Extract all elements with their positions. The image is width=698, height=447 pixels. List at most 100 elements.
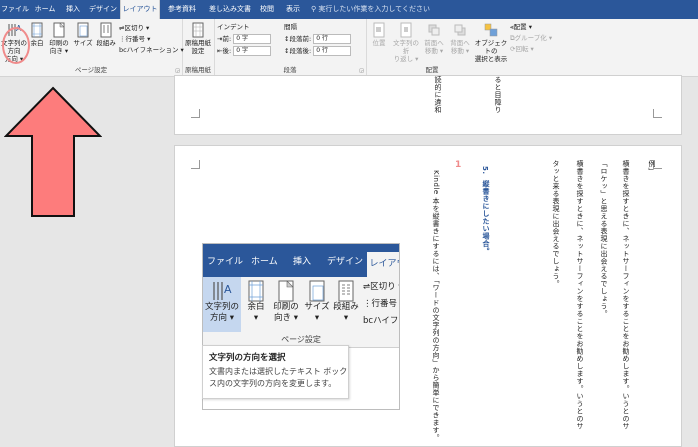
breaks-button[interactable]: ⇌区切り ▾ [119, 24, 149, 33]
up-arrow-icon [4, 86, 102, 217]
align-button[interactable]: ⫷配置 ▾ [510, 23, 532, 32]
page2-col-1: 例」 [648, 160, 656, 175]
group-button[interactable]: ⧉グループ化 ▾ [510, 34, 552, 43]
position-icon [373, 22, 385, 38]
space-before-input[interactable]: 0 行 [313, 34, 352, 44]
ribbon: A 文字列の方向 方向 ▾ 余白 印刷の 向き ▾ サイズ 段組み ⇌区切り ▾… [0, 19, 698, 77]
manuscript-label: 原稿用紙 [185, 66, 211, 74]
indent-after-input[interactable]: 0 字 [233, 46, 272, 56]
tooltip-title: 文字列の方向を選択 [209, 353, 286, 363]
tooltip-desc-2: ス内の文字列の方向を変更します。 [209, 379, 337, 388]
embedded-line-numbers-icon: ⋮ [363, 299, 372, 309]
hyphenation-icon: bc [119, 46, 127, 54]
heading-number: 5. [481, 166, 489, 175]
embedded-tab-insert: 挿入 [293, 257, 312, 267]
embedded-tab-bar: ファイル ホーム 挿入 デザイン レイアウト [203, 244, 399, 277]
orientation-button[interactable]: 印刷の 向き ▾ [47, 22, 71, 55]
embedded-columns-icon [338, 280, 354, 302]
embedded-tab-home: ホーム [251, 257, 278, 267]
section-heading: 縦書きにしたい場合。 [482, 180, 490, 255]
columns-button[interactable]: 段組み [95, 22, 117, 47]
tab-layout[interactable]: レイアウト [120, 0, 160, 19]
embedded-hyphenation: bcハイフネーション [363, 316, 399, 326]
selection-pane-icon [484, 23, 498, 37]
embedded-hyphenation-icon: bc [363, 316, 374, 326]
embedded-breaks: ⇌区切り ▾ [363, 282, 400, 292]
crop-mark [191, 160, 200, 169]
bring-forward-icon [428, 24, 440, 36]
crop-mark [191, 109, 200, 118]
tooltip-desc-1: 文書内または選択したテキスト ボック [209, 367, 348, 376]
size-button[interactable]: サイズ [72, 22, 94, 47]
position-button[interactable]: 位置 [368, 22, 390, 47]
rotate-button[interactable]: ⟳回転 ▾ [510, 45, 534, 54]
send-backward-icon [454, 24, 466, 36]
indent-before-field[interactable]: ⇥前: 0 字 [217, 34, 272, 44]
tab-references[interactable]: 参考資料 [160, 0, 204, 19]
tab-view[interactable]: 表示 [280, 0, 306, 19]
tab-review[interactable]: 校閲 [256, 0, 278, 19]
margins-icon [31, 22, 43, 38]
embedded-orientation-icon [278, 280, 294, 302]
tab-file[interactable]: ファイル [0, 0, 30, 19]
arrange-group: 位置 文字列の折 り返し ▾ 前面へ 移動 ▾ 背面へ 移動 ▾ オブジェクトの… [366, 19, 558, 76]
manuscript-group: 原稿用紙 設定 原稿用紙 [182, 19, 215, 76]
bring-forward-button[interactable]: 前面へ 移動 ▾ [422, 22, 446, 55]
page2-col-5: タッと来る表現に出会えるでしょう。 [552, 160, 560, 288]
tab-mailings[interactable]: 差し込み文書 [204, 0, 256, 19]
send-backward-button[interactable]: 背面へ 移動 ▾ [448, 22, 472, 55]
manuscript-button[interactable]: 原稿用紙 設定 [183, 22, 213, 55]
columns-icon [100, 22, 112, 38]
page2-col-4: 横書きを探すときに、ネットサーフィンをすることをお勧めします。いうとのサイトを見… [576, 160, 584, 430]
page2-col-3: 「ロケッ」と思える表現に出会えるでしょう。 [600, 160, 608, 318]
manuscript-icon [192, 22, 204, 38]
tell-me-search[interactable]: ⚲ 実行したい作業を入力してください [311, 0, 430, 19]
page1-text-1: 読的に違和 [434, 76, 442, 114]
space-before-field[interactable]: ↕段落前: 0 行 [284, 34, 352, 44]
indent-label: インデント [217, 23, 250, 31]
indent-before-input[interactable]: 0 字 [233, 34, 272, 44]
highlight-number: 1 [455, 160, 462, 170]
highlight-circle [2, 27, 30, 64]
embedded-orientation: 印刷の 向き ▾ [271, 280, 301, 324]
tab-home[interactable]: ホーム [30, 0, 60, 19]
embedded-text-direction: A 文字列の 方向 ▾ [204, 280, 240, 324]
body-text: Kindle 本を縦書きにするには、「ワードの文字列の方向」から簡単にできます。 [432, 170, 440, 442]
selection-pane-button[interactable]: オブジェクトの 選択と表示 [473, 22, 509, 63]
indent-after-field[interactable]: ⇤後: 0 字 [217, 46, 272, 56]
page1-text-2: ると目障り [494, 76, 502, 114]
page-setup-label: ページ設定 [74, 66, 108, 74]
embedded-tab-file: ファイル [207, 257, 244, 267]
embedded-margins: 余白 ▾ [243, 280, 269, 324]
embedded-line-numbers: ⋮行番号 ▾ [363, 299, 399, 309]
margins-button[interactable]: 余白 [28, 22, 46, 47]
tooltip: 文字列の方向を選択 文書内または選択したテキスト ボック ス内の文字列の方向を変… [202, 345, 349, 399]
ribbon-tab-bar: ファイル ホーム 挿入 デザイン レイアウト 参考資料 差し込み文書 校閲 表示… [0, 0, 698, 19]
wrap-text-icon [400, 22, 412, 38]
embedded-tab-layout: レイアウト [367, 252, 399, 277]
lightbulb-icon: ⚲ [311, 5, 317, 13]
svg-text:A: A [224, 283, 232, 296]
wrap-text-button[interactable]: 文字列の折 り返し ▾ [392, 22, 420, 63]
page-1: 読的に違和 ると目障り [174, 75, 682, 135]
embedded-group-label: ページ設定 [281, 335, 321, 344]
paragraph-group: インデント 間隔 ⇥前: 0 字 ⇤後: 0 字 ↕段落前: 0 行 ↕段落後:… [214, 19, 367, 76]
page2-col-2: 横書きを探すときに、ネットサーフィンをすることをお勧めします。いうとのサイトを見… [622, 160, 630, 430]
embedded-text-direction-icon: A [213, 282, 232, 300]
tell-me-text: 実行したい作業を入力してください [318, 5, 430, 13]
paragraph-launcher-icon[interactable]: ◲ [359, 68, 364, 74]
tab-design[interactable]: デザイン [86, 0, 120, 19]
embedded-margins-icon [248, 280, 264, 302]
embedded-size: サイズ ▾ [303, 280, 331, 324]
embedded-ribbon: A 文字列の 方向 ▾ 余白 ▾ 印刷の 向き ▾ サイズ ▾ 段組み ▾ ⇌区… [203, 277, 399, 348]
space-after-field[interactable]: ↕段落後: 0 行 [284, 46, 352, 56]
line-numbers-button[interactable]: ⋮行番号 ▾ [119, 35, 150, 44]
hyphenation-button[interactable]: bcハイフネーション ▾ [119, 46, 184, 55]
page-setup-launcher-icon[interactable]: ◲ [175, 68, 180, 74]
tab-insert[interactable]: 挿入 [60, 0, 86, 19]
orientation-icon [53, 22, 65, 38]
spacing-label: 間隔 [284, 23, 297, 31]
crop-mark [653, 109, 662, 118]
size-icon [77, 22, 89, 38]
space-after-input[interactable]: 0 行 [313, 46, 352, 56]
